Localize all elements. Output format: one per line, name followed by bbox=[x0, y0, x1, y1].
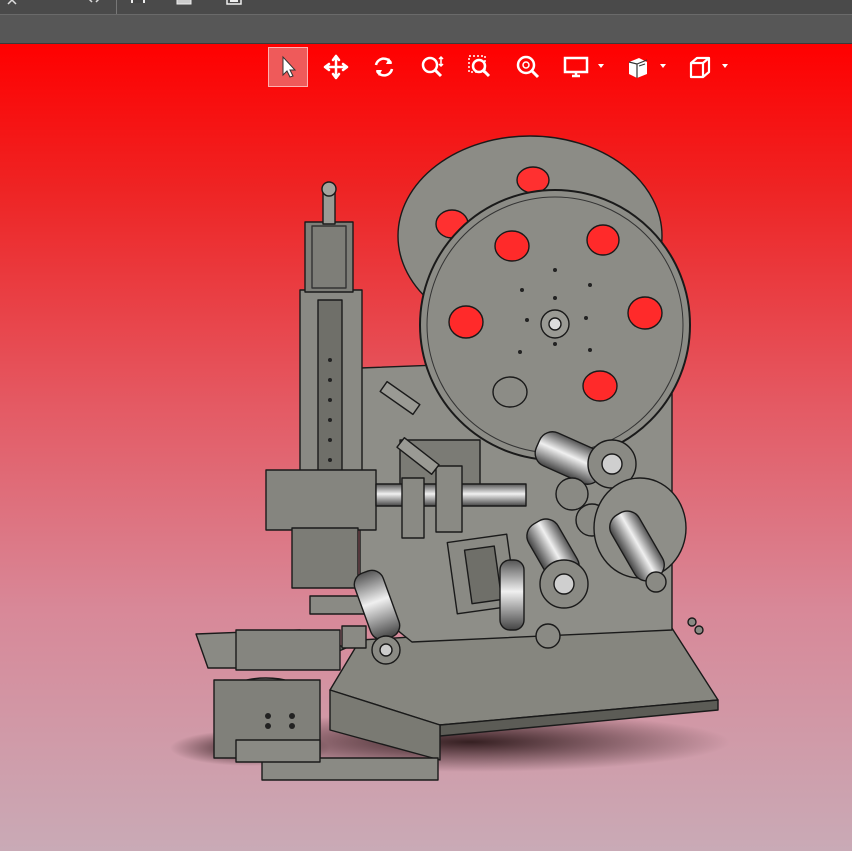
reel-hole bbox=[448, 305, 484, 339]
zoom-dynamic-icon bbox=[421, 55, 444, 78]
reel-hole bbox=[586, 224, 620, 256]
roller-flange-inner bbox=[553, 573, 575, 595]
small-flange bbox=[535, 623, 561, 649]
rear-reel-hole bbox=[516, 166, 550, 194]
view-cube-icon bbox=[689, 56, 711, 79]
display-style-button[interactable] bbox=[556, 47, 604, 87]
screw bbox=[687, 617, 697, 627]
motor-shaft bbox=[322, 191, 336, 225]
front-block bbox=[235, 629, 341, 671]
cad-model[interactable] bbox=[0, 0, 852, 851]
zoom-window-button[interactable] bbox=[460, 47, 500, 87]
screw bbox=[694, 625, 704, 635]
chevron-down-icon[interactable] bbox=[721, 62, 729, 70]
reel-hole bbox=[582, 370, 618, 402]
pan-tool-button[interactable] bbox=[316, 47, 356, 87]
chevron-down-icon[interactable] bbox=[597, 62, 605, 70]
shaft-bracket bbox=[435, 465, 463, 533]
monitor-icon bbox=[563, 56, 589, 78]
front-bracket bbox=[341, 625, 367, 649]
pointer-arrow-icon bbox=[282, 55, 297, 78]
move-arrows-icon bbox=[323, 54, 349, 80]
chevron-down-icon[interactable] bbox=[659, 62, 667, 70]
reel-hole bbox=[627, 296, 663, 330]
shaft-bracket bbox=[401, 477, 425, 539]
rotate-icon bbox=[374, 57, 394, 77]
section-cube-icon bbox=[628, 58, 648, 78]
zoom-fit-icon bbox=[516, 55, 540, 79]
roller-flange bbox=[555, 477, 589, 511]
motor-cap bbox=[321, 181, 337, 197]
zoom-window-icon bbox=[468, 55, 491, 78]
reel-hole bbox=[492, 376, 528, 408]
reel-hole bbox=[494, 230, 530, 262]
view-orientation-button[interactable] bbox=[680, 47, 728, 87]
reel-hub-bore bbox=[548, 317, 562, 331]
small-flange bbox=[645, 571, 667, 593]
carriage-block bbox=[265, 469, 377, 531]
roller-vertical bbox=[499, 559, 525, 631]
lower-roller-end-inner bbox=[379, 643, 393, 657]
zoom-dynamic-button[interactable] bbox=[412, 47, 452, 87]
rotate-tool-button[interactable] bbox=[364, 47, 404, 87]
select-tool-button[interactable] bbox=[268, 47, 308, 87]
roller-flange-inner bbox=[601, 453, 623, 475]
section-view-button[interactable] bbox=[618, 47, 666, 87]
view-toolbar bbox=[268, 47, 742, 87]
lower-block bbox=[291, 527, 359, 589]
front-base-slab bbox=[235, 739, 321, 763]
zoom-fit-button[interactable] bbox=[508, 47, 548, 87]
